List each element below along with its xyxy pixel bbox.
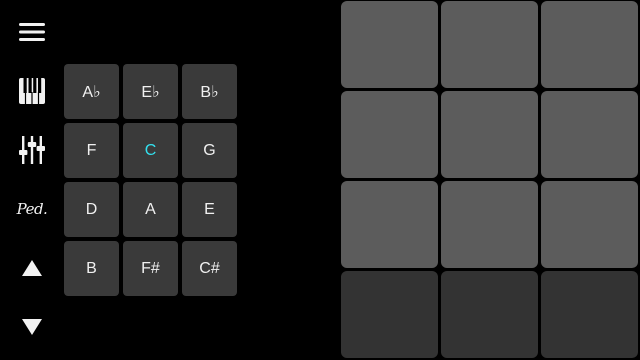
pad[interactable] [341,181,438,268]
pad[interactable] [441,181,538,268]
pad[interactable] [341,91,438,178]
pad[interactable] [541,271,638,358]
key-selector-grid: A♭ E♭ B♭ F C G D A E B F# C# [64,64,238,296]
pad[interactable] [341,271,438,358]
key-button-c-sharp[interactable]: C# [182,241,237,296]
sustain-pedal-icon: Ped. [16,199,48,218]
key-button-b[interactable]: B [64,241,119,296]
pad-grid [341,1,639,359]
pad[interactable] [441,91,538,178]
pad[interactable] [541,91,638,178]
octave-up-button[interactable] [16,252,48,284]
key-button-a[interactable]: A [123,182,178,237]
piano-button[interactable] [16,75,48,107]
pad[interactable] [441,271,538,358]
key-button-d[interactable]: D [64,182,119,237]
mixer-button[interactable] [16,134,48,166]
key-button-g[interactable]: G [182,123,237,178]
mixer-sliders-icon [19,136,45,164]
key-button-c-selected[interactable]: C [123,123,178,178]
triangle-down-icon [22,319,42,335]
piano-keyboard-icon [19,78,45,104]
triangle-up-icon [22,260,42,276]
key-button-e[interactable]: E [182,182,237,237]
pad[interactable] [441,1,538,88]
menu-button[interactable] [16,16,48,48]
key-button-f-sharp[interactable]: F# [123,241,178,296]
pad[interactable] [341,1,438,88]
pad[interactable] [541,181,638,268]
pedal-button[interactable]: Ped. [16,193,48,225]
key-button-a-flat[interactable]: A♭ [64,64,119,119]
key-button-b-flat[interactable]: B♭ [182,64,237,119]
key-button-f[interactable]: F [64,123,119,178]
hamburger-menu-icon [19,23,45,41]
octave-down-button[interactable] [16,311,48,343]
sidebar: Ped. [0,0,64,360]
key-button-e-flat[interactable]: E♭ [123,64,178,119]
pad[interactable] [541,1,638,88]
